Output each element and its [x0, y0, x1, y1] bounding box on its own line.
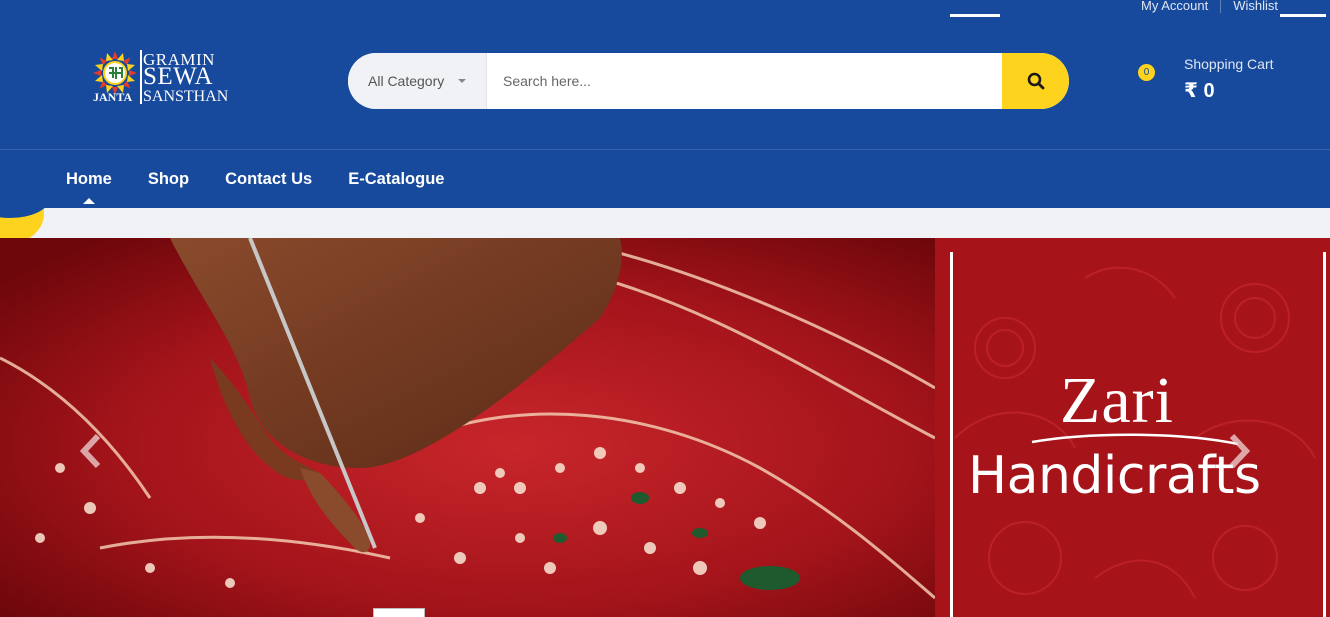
logo-text-janta: JANTA — [93, 90, 133, 104]
header: My Account Wishlist GRAMIN SEWA JANTA SA… — [0, 0, 1330, 150]
search-input[interactable] — [487, 53, 1002, 109]
cart-label: Shopping Cart — [1184, 56, 1274, 72]
top-links: My Account Wishlist — [1129, 0, 1278, 13]
frame-line — [950, 14, 1000, 17]
cart-count-badge: 0 — [1138, 64, 1155, 81]
search-icon — [1027, 72, 1044, 90]
logo-divider — [140, 50, 142, 104]
category-select-label: All Category — [368, 73, 445, 89]
hero-slide-image — [0, 238, 935, 617]
chevron-right-icon — [1229, 433, 1251, 469]
category-select[interactable]: All Category — [348, 53, 487, 109]
nav-item-shop[interactable]: Shop — [148, 170, 189, 189]
search-button[interactable] — [1002, 53, 1069, 109]
logo-text-sewa: SEWA — [143, 63, 214, 90]
cart-amount: ₹ 0 — [1184, 80, 1215, 102]
main-nav: Home Shop Contact Us E-Catalogue — [0, 149, 1330, 244]
chevron-left-icon — [79, 433, 101, 469]
hero-title-handicrafts: Handicrafts — [968, 446, 1261, 506]
wishlist-link[interactable]: Wishlist — [1221, 0, 1278, 13]
nav-item-home[interactable]: Home — [66, 170, 112, 204]
frame-line — [1323, 252, 1326, 617]
hero-title-zari: Zari — [1060, 364, 1174, 437]
nav-item-e-catalogue[interactable]: E-Catalogue — [348, 170, 444, 189]
frame-line — [950, 252, 953, 617]
site-logo[interactable]: GRAMIN SEWA JANTA SANSTHAN — [92, 48, 242, 108]
slider-next-button[interactable] — [1228, 433, 1252, 474]
frame-line — [1280, 14, 1326, 17]
logo-text-sansthan: SANSTHAN — [143, 88, 229, 105]
search-bar: All Category — [348, 53, 1069, 109]
nav-item-contact-us[interactable]: Contact Us — [225, 170, 312, 189]
slider-prev-button[interactable] — [78, 433, 102, 474]
caret-down-icon — [458, 79, 466, 83]
shopping-cart[interactable]: 0 Shopping Cart ₹ 0 — [1138, 56, 1288, 106]
my-account-link[interactable]: My Account — [1129, 0, 1220, 13]
nav-menu: Home Shop Contact Us E-Catalogue — [66, 150, 480, 208]
slider-label-tab — [373, 608, 425, 617]
